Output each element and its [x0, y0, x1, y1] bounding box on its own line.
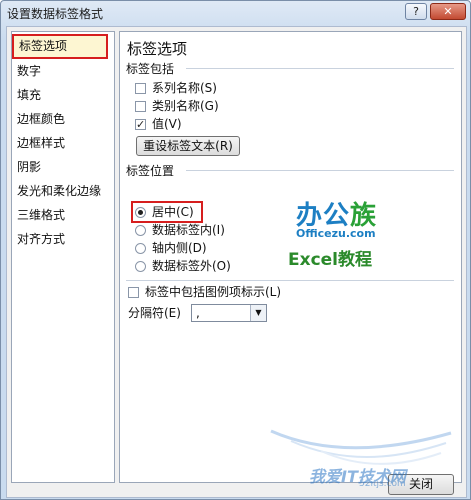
label-contains-heading: 标签包括 [126, 62, 175, 76]
nav-item-alignment[interactable]: 对齐方式 [17, 228, 65, 250]
watermark-url: 52itjs.com [359, 479, 406, 489]
value-checkbox[interactable] [135, 116, 146, 133]
nav-item-border-color[interactable]: 边框颜色 [17, 108, 65, 130]
label-position-heading: 标签位置 [126, 164, 175, 178]
help-button[interactable]: ? [405, 3, 427, 20]
nav-item-fill[interactable]: 填充 [17, 84, 41, 106]
position-center-label: 居中(C) [152, 205, 194, 219]
position-outside-end-label: 数据标签外(O) [152, 259, 231, 273]
divider [186, 170, 454, 171]
category-name-checkbox-row[interactable]: 类别名称(G) [135, 98, 219, 115]
logo-subtitle: Excel教程 [288, 250, 373, 270]
position-center-row[interactable]: 居中(C) [135, 204, 194, 221]
nav-item-3d-format[interactable]: 三维格式 [17, 204, 65, 226]
title-bar: 设置数据标签格式 ? ✕ [1, 1, 470, 23]
nav-item-label-options[interactable]: 标签选项 [12, 34, 108, 59]
window-close-button[interactable]: ✕ [430, 3, 466, 20]
nav-item-shadow[interactable]: 阴影 [17, 156, 41, 178]
dialog-window: 设置数据标签格式 ? ✕ 标签选项 数字 填充 边框颜色 边框样式 阴影 发光和… [0, 0, 471, 500]
nav-item-glow-soft-edges[interactable]: 发光和柔化边缘 [17, 180, 101, 202]
position-inside-base-row[interactable]: 轴内侧(D) [135, 240, 207, 257]
category-name-label: 类别名称(G) [152, 99, 219, 113]
value-label: 值(V) [152, 117, 182, 131]
divider [186, 68, 454, 69]
options-panel: 标签选项 标签包括 系列名称(S) 类别名称(G) 值(V) 重设标签文本(R)… [119, 31, 462, 483]
officezu-logo: 办公族 Officezu.com Excel教程 [288, 195, 408, 275]
position-center-radio[interactable] [135, 207, 146, 218]
watermark: 我爱IT技术网 52itjs.com [261, 423, 461, 493]
position-outside-end-row[interactable]: 数据标签外(O) [135, 258, 231, 275]
series-name-checkbox[interactable] [135, 83, 146, 94]
separator-label: 分隔符(E) [128, 306, 181, 320]
series-name-label: 系列名称(S) [152, 81, 217, 95]
dialog-title: 设置数据标签格式 [7, 7, 104, 21]
legend-key-checkbox[interactable] [128, 287, 139, 298]
position-inside-base-label: 轴内侧(D) [152, 241, 207, 255]
legend-key-label: 标签中包括图例项标示(L) [145, 285, 282, 299]
category-list: 标签选项 数字 填充 边框颜色 边框样式 阴影 发光和柔化边缘 三维格式 对齐方… [11, 31, 115, 483]
reset-label-text-button[interactable]: 重设标签文本(R) [136, 136, 240, 156]
separator-value: , [196, 306, 200, 320]
logo-url: Officezu.com [296, 227, 376, 240]
panel-heading: 标签选项 [127, 40, 188, 58]
legend-key-checkbox-row[interactable]: 标签中包括图例项标示(L) [128, 284, 281, 301]
category-name-checkbox[interactable] [135, 101, 146, 112]
position-inside-end-radio[interactable] [135, 225, 146, 236]
nav-item-border-style[interactable]: 边框样式 [17, 132, 65, 154]
divider [126, 280, 454, 281]
series-name-checkbox-row[interactable]: 系列名称(S) [135, 80, 217, 97]
position-outside-end-radio[interactable] [135, 261, 146, 272]
nav-item-number[interactable]: 数字 [17, 60, 41, 82]
position-inside-base-radio[interactable] [135, 243, 146, 254]
position-inside-end-label: 数据标签内(I) [152, 223, 225, 237]
position-inside-end-row[interactable]: 数据标签内(I) [135, 222, 225, 239]
chevron-down-icon[interactable]: ▼ [250, 305, 266, 321]
separator-select[interactable]: , ▼ [191, 304, 267, 322]
value-checkbox-row[interactable]: 值(V) [135, 116, 182, 133]
